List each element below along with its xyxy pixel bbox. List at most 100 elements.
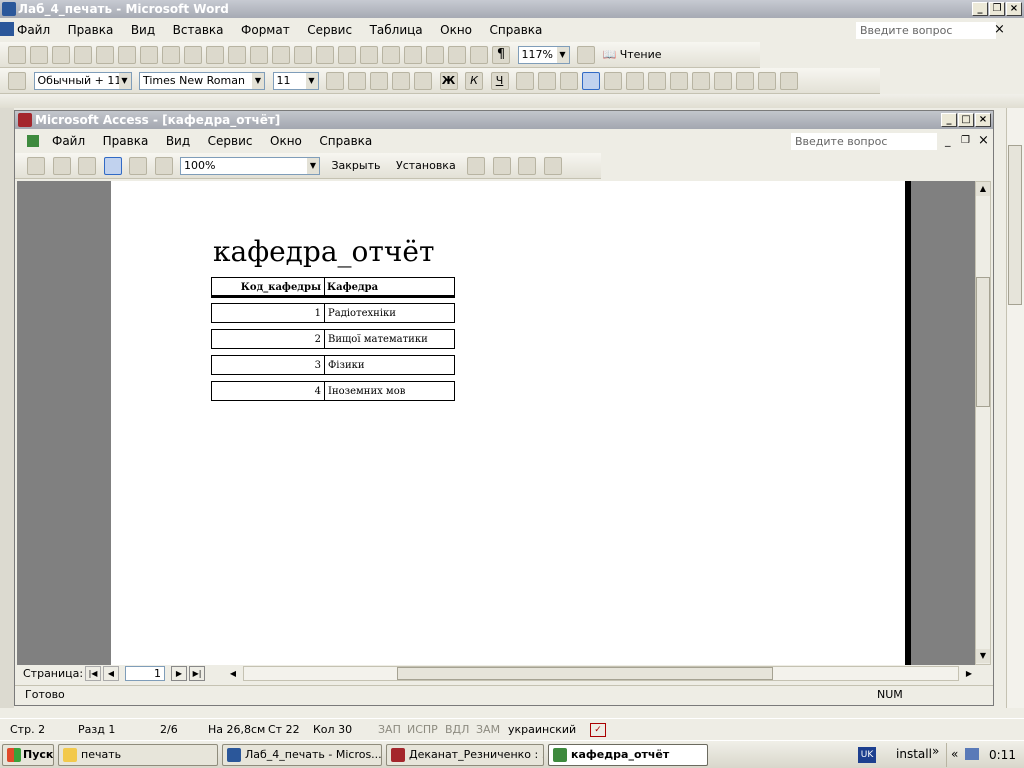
word-close-button[interactable]: × — [1006, 2, 1022, 16]
subscript-icon[interactable] — [780, 72, 798, 90]
two-pages-icon[interactable] — [129, 157, 147, 175]
word-menu-edit[interactable]: Правка — [68, 23, 114, 37]
status-trk[interactable]: ИСПР — [407, 719, 438, 741]
word-close-doc-icon[interactable]: × — [994, 19, 1005, 41]
access-menu-edit[interactable]: Правка — [103, 134, 149, 148]
scroll-up-arrow[interactable]: ▲ — [976, 182, 990, 196]
one-page-icon[interactable] — [103, 157, 122, 175]
borders-icon[interactable] — [714, 72, 732, 90]
grow-font-icon[interactable] — [326, 72, 344, 90]
styles-icon[interactable] — [8, 72, 26, 90]
font-select[interactable]: Times New Roman ▼ — [139, 72, 265, 90]
align-center-icon[interactable] — [538, 72, 556, 90]
print-icon[interactable] — [52, 157, 71, 175]
access-menu-help[interactable]: Справка — [319, 134, 372, 148]
network-icon[interactable] — [965, 748, 979, 760]
status-ext[interactable]: ВДЛ — [445, 719, 469, 741]
language-indicator[interactable]: UK — [858, 747, 876, 763]
word-menu-window[interactable]: Окно — [440, 23, 472, 37]
undo-icon[interactable] — [294, 46, 312, 64]
print-preview-icon[interactable] — [140, 46, 158, 64]
task-folder[interactable]: печать — [58, 744, 218, 766]
access-titlebar[interactable]: Microsoft Access - [кафедра_отчёт] _ □ × — [15, 111, 993, 129]
new-object-icon[interactable] — [518, 157, 537, 175]
smallcaps-icon[interactable] — [392, 72, 410, 90]
bold-button[interactable]: Ж — [439, 72, 458, 90]
access-menu-tools[interactable]: Сервис — [208, 134, 253, 148]
access-doc-minimize-icon[interactable]: _ — [945, 130, 951, 152]
spelling-icon[interactable] — [162, 46, 180, 64]
multiple-pages-icon[interactable] — [154, 157, 173, 175]
align-right-icon[interactable] — [560, 72, 578, 90]
word-menu-tools[interactable]: Сервис — [307, 23, 352, 37]
hyperlink-icon[interactable] — [338, 46, 356, 64]
style-select[interactable]: Обычный + 11 г▼ — [33, 72, 132, 103]
cut-icon[interactable] — [206, 46, 224, 64]
font-size-select[interactable]: 11 ▼ — [272, 72, 319, 90]
chevron-right-icon[interactable]: » — [932, 744, 939, 758]
scroll-down-arrow[interactable]: ▼ — [976, 649, 990, 663]
task-access-db[interactable]: Деканат_Резниченко : ... — [386, 744, 544, 766]
access-menu-file[interactable]: Файл — [52, 134, 85, 148]
word-menu-insert[interactable]: Вставка — [173, 23, 224, 37]
line-spacing-icon[interactable] — [604, 72, 622, 90]
research-icon[interactable] — [184, 46, 202, 64]
highlight-icon[interactable] — [736, 72, 754, 90]
access-maximize-button[interactable]: □ — [958, 113, 974, 127]
install-toolbar-label[interactable]: install — [896, 747, 932, 761]
insert-table-icon[interactable] — [382, 46, 400, 64]
word-minimize-button[interactable]: _ — [972, 2, 988, 16]
access-zoom-select[interactable]: 100% ▼ — [180, 157, 320, 175]
access-menu-view[interactable]: Вид — [166, 134, 190, 148]
open-icon[interactable] — [30, 46, 48, 64]
zoom-icon[interactable] — [78, 157, 96, 175]
word-menu-format[interactable]: Формат — [241, 23, 290, 37]
paste-icon[interactable] — [250, 46, 268, 64]
new-icon[interactable] — [8, 46, 26, 64]
help-icon[interactable] — [577, 46, 595, 64]
database-window-icon[interactable] — [492, 157, 511, 175]
access-doc-restore-icon[interactable]: ❐ — [961, 130, 970, 152]
access-scroll-thumb[interactable] — [976, 277, 990, 407]
numbering-icon[interactable] — [626, 72, 644, 90]
word-menu-table[interactable]: Таблица — [370, 23, 423, 37]
justify-icon[interactable] — [582, 72, 600, 90]
word-scroll-thumb[interactable] — [1008, 145, 1022, 305]
char-scale-icon[interactable] — [348, 72, 366, 90]
access-close-button[interactable]: × — [975, 113, 991, 127]
word-ask-input[interactable]: Введите вопрос — [856, 22, 996, 39]
access-menu-window[interactable]: Окно — [270, 134, 302, 148]
word-zoom-select[interactable]: 117% ▼ — [517, 46, 570, 64]
underline-button[interactable]: Ч — [490, 72, 509, 90]
start-button[interactable]: Пуск — [2, 744, 54, 766]
superscript-icon[interactable] — [414, 72, 432, 90]
insert-excel-icon[interactable] — [404, 46, 422, 64]
drawing-icon[interactable] — [448, 46, 466, 64]
tables-borders-icon[interactable] — [360, 46, 378, 64]
doc-map-icon[interactable] — [470, 46, 488, 64]
word-menu-help[interactable]: Справка — [490, 23, 543, 37]
word-menu-file[interactable]: Файл — [17, 23, 50, 37]
access-setup-button[interactable]: Установка — [396, 157, 456, 175]
permission-icon[interactable] — [74, 46, 92, 64]
task-word[interactable]: Лаб_4_печать - Micros... — [222, 744, 382, 766]
word-menu-view[interactable]: Вид — [131, 23, 155, 37]
clock[interactable]: 0:11 — [989, 748, 1016, 762]
last-page-button[interactable]: ▶| — [189, 666, 205, 681]
help-icon[interactable] — [543, 157, 562, 175]
align-left-icon[interactable] — [516, 72, 534, 90]
decrease-indent-icon[interactable] — [670, 72, 688, 90]
tray-expand-icon[interactable]: « — [951, 747, 958, 761]
email-icon[interactable] — [96, 46, 114, 64]
save-icon[interactable] — [52, 46, 70, 64]
word-restore-button[interactable]: ❐ — [989, 2, 1005, 16]
hscroll-right-arrow[interactable]: ▶ — [961, 666, 977, 681]
access-vertical-scrollbar[interactable] — [975, 181, 991, 665]
page-number-input[interactable]: 1 — [125, 666, 165, 681]
prev-page-button[interactable]: ◀ — [103, 666, 119, 681]
bullets-icon[interactable] — [648, 72, 666, 90]
redo-icon[interactable] — [316, 46, 334, 64]
strikethrough-icon[interactable] — [370, 72, 388, 90]
copy-icon[interactable] — [228, 46, 246, 64]
access-close-preview-button[interactable]: Закрыть — [332, 157, 381, 175]
